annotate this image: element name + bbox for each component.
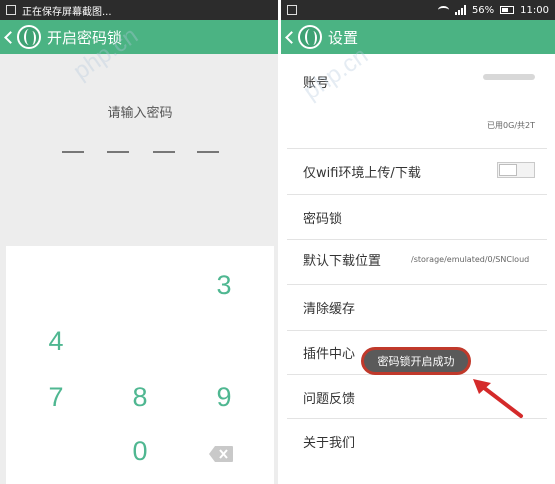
- status-text: 正在保存屏幕截图...: [22, 6, 112, 18]
- pin-slot: [107, 151, 129, 153]
- key-0[interactable]: 0: [120, 436, 160, 467]
- battery-icon: [500, 6, 515, 14]
- settings-item-about[interactable]: 关于我们: [303, 432, 355, 451]
- app-bar: 设置: [281, 20, 555, 54]
- app-logo-icon: [298, 25, 322, 49]
- toast-message: 密码锁开启成功: [361, 347, 471, 375]
- settings-item-download-location[interactable]: 默认下载位置: [303, 250, 381, 269]
- battery-percent: 56%: [471, 4, 495, 16]
- settings-item-feedback[interactable]: 问题反馈: [303, 388, 355, 407]
- settings-item-password-lock[interactable]: 密码锁: [303, 208, 342, 227]
- status-bar: 正在保存屏幕截图...: [0, 0, 278, 20]
- status-indicators: 56% 11:00: [437, 4, 549, 16]
- backspace-icon[interactable]: [208, 445, 234, 463]
- right-screen: 56% 11:00 设置 账号 已用0G/共2T 仅wifi环境上传/下载 密码…: [278, 0, 555, 484]
- pin-entry-area: 请输入密码: [6, 54, 274, 246]
- key-4[interactable]: 4: [36, 326, 76, 357]
- settings-item-wifi-only: 仅wifi环境上传/下载: [303, 166, 421, 181]
- wifi-icon: [437, 6, 449, 14]
- download-path: /storage/emulated/0/SNCloud: [411, 255, 530, 264]
- signal-icon: [454, 5, 466, 15]
- screenshot-icon: [287, 5, 297, 15]
- back-icon[interactable]: [4, 30, 17, 44]
- divider: [287, 148, 547, 149]
- annotation-arrow-icon: [473, 379, 523, 418]
- screenshot-icon: [6, 5, 16, 15]
- wifi-only-toggle[interactable]: [497, 162, 535, 178]
- page-title: 设置: [328, 28, 359, 47]
- key-7[interactable]: 7: [36, 382, 76, 413]
- account-value-blurred: [483, 74, 535, 80]
- page-title: 开启密码锁: [47, 28, 123, 47]
- divider: [287, 284, 547, 285]
- pin-slot: [197, 151, 219, 153]
- pin-prompt: 请输入密码: [107, 106, 173, 121]
- left-screen: 正在保存屏幕截图... 开启密码锁 请输入密码 3 4 7 8 9 0: [0, 0, 278, 484]
- pin-slot: [62, 151, 84, 153]
- divider: [287, 330, 547, 331]
- back-icon[interactable]: [285, 30, 298, 44]
- key-3[interactable]: 3: [204, 270, 244, 301]
- settings-item-plugins[interactable]: 插件中心: [303, 343, 355, 362]
- clock: 11:00: [520, 4, 549, 16]
- settings-item-account[interactable]: 账号: [303, 72, 329, 91]
- key-8[interactable]: 8: [120, 382, 160, 413]
- divider: [287, 194, 547, 195]
- settings-item-clear-cache[interactable]: 清除缓存: [303, 298, 355, 317]
- pin-slot: [153, 151, 175, 153]
- number-keypad: 3 4 7 8 9 0: [6, 246, 274, 484]
- app-bar: 开启密码锁: [0, 20, 278, 54]
- status-bar: 56% 11:00: [281, 0, 555, 20]
- app-logo-icon: [17, 25, 41, 49]
- divider: [287, 239, 547, 240]
- storage-usage: 已用0G/共2T: [487, 121, 535, 130]
- key-9[interactable]: 9: [204, 382, 244, 413]
- toggle-knob: [499, 164, 517, 176]
